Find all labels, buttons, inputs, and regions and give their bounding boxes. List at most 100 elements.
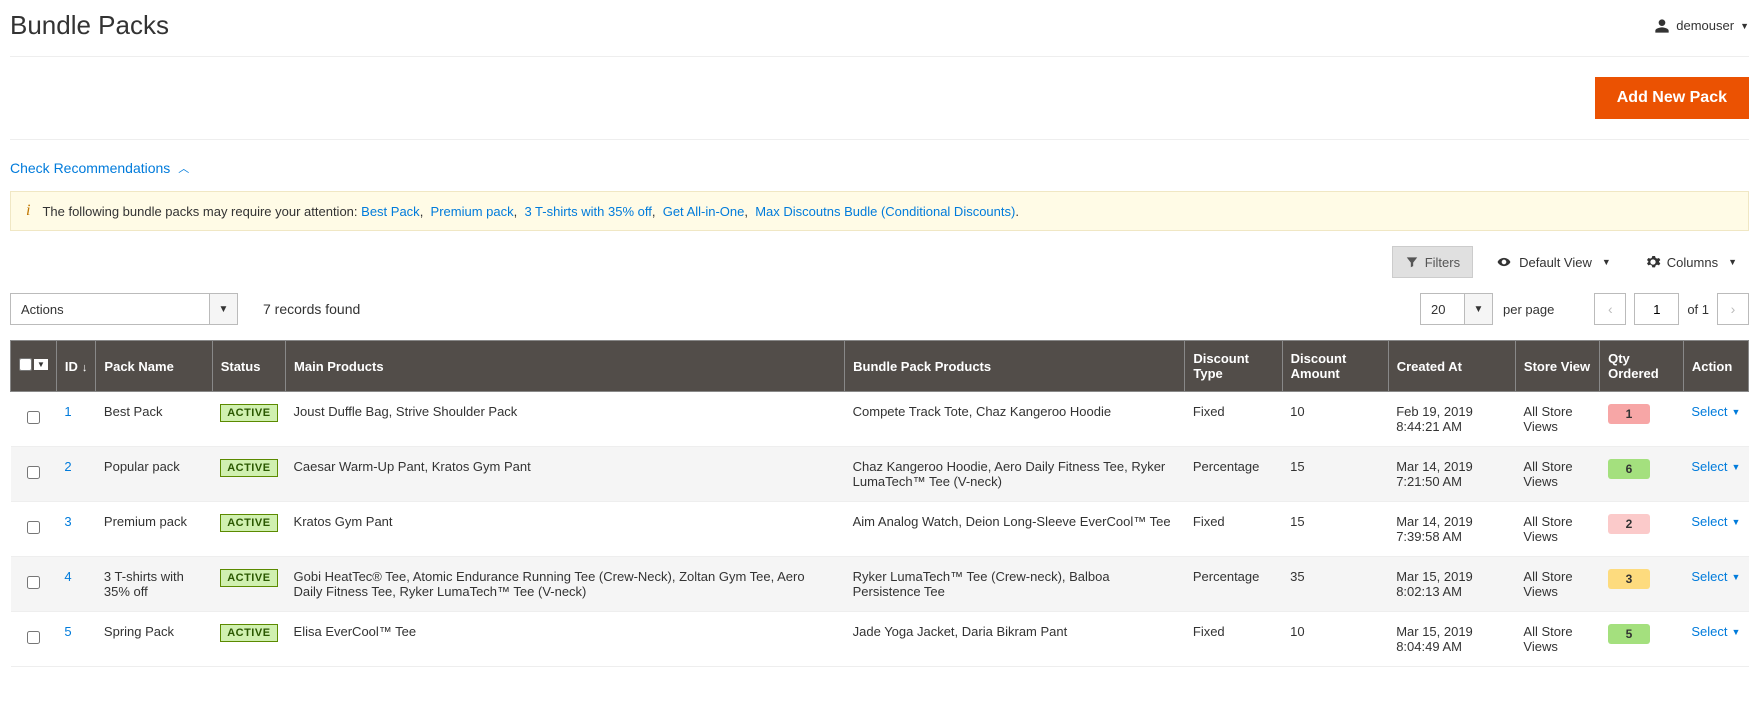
status-badge: ACTIVE bbox=[220, 624, 277, 642]
cell-created-at: Mar 15, 2019 8:04:49 AM bbox=[1388, 612, 1515, 667]
qty-badge: 6 bbox=[1608, 459, 1651, 479]
cell-created-at: Mar 15, 2019 8:02:13 AM bbox=[1388, 557, 1515, 612]
actions-toggle[interactable]: ▼ bbox=[210, 293, 238, 325]
qty-badge: 1 bbox=[1608, 404, 1651, 424]
default-view-label: Default View bbox=[1519, 255, 1592, 270]
row-checkbox[interactable] bbox=[27, 411, 40, 424]
cell-id: 2 bbox=[56, 447, 96, 502]
header-discount-type[interactable]: Discount Type bbox=[1185, 341, 1282, 392]
header-bundle-products[interactable]: Bundle Pack Products bbox=[845, 341, 1185, 392]
cell-pack-name: Spring Pack bbox=[96, 612, 212, 667]
select-all-checkbox[interactable] bbox=[19, 358, 32, 371]
row-checkbox[interactable] bbox=[27, 466, 40, 479]
select-all-toggle[interactable]: ▼ bbox=[34, 359, 48, 370]
select-action[interactable]: Select ▼ bbox=[1691, 569, 1740, 584]
cell-store-view: All Store Views bbox=[1515, 557, 1599, 612]
notice-link-2[interactable]: 3 T-shirts with 35% off bbox=[524, 204, 651, 219]
check-recommendations-label: Check Recommendations bbox=[10, 160, 170, 176]
header-status[interactable]: Status bbox=[212, 341, 285, 392]
gear-icon bbox=[1645, 254, 1661, 270]
row-checkbox[interactable] bbox=[27, 576, 40, 589]
chevron-down-icon: ▼ bbox=[1732, 462, 1741, 472]
data-grid: ▼ ID↓ Pack Name Status Main Products Bun… bbox=[10, 340, 1749, 667]
cell-qty-ordered: 5 bbox=[1600, 612, 1684, 667]
funnel-icon bbox=[1405, 255, 1419, 269]
select-action[interactable]: Select ▼ bbox=[1691, 624, 1740, 639]
qty-badge: 3 bbox=[1608, 569, 1651, 589]
chevron-right-icon: › bbox=[1731, 301, 1736, 317]
default-view-button[interactable]: Default View ▼ bbox=[1483, 246, 1623, 278]
check-recommendations-link[interactable]: Check Recommendations ︿ bbox=[10, 160, 189, 176]
cell-qty-ordered: 6 bbox=[1600, 447, 1684, 502]
cell-main-products: Elisa EverCool™ Tee bbox=[286, 612, 845, 667]
header-checkbox-col[interactable]: ▼ bbox=[11, 341, 57, 392]
table-row[interactable]: 3 Premium pack ACTIVE Kratos Gym Pant Ai… bbox=[11, 502, 1749, 557]
page-size-toggle[interactable]: ▼ bbox=[1465, 293, 1493, 325]
username: demouser bbox=[1676, 18, 1734, 33]
cell-discount-amount: 10 bbox=[1282, 612, 1388, 667]
header-pack-name[interactable]: Pack Name bbox=[96, 341, 212, 392]
page-size-value: 20 bbox=[1420, 293, 1465, 325]
row-checkbox[interactable] bbox=[27, 521, 40, 534]
next-page-button[interactable]: › bbox=[1717, 293, 1749, 325]
status-badge: ACTIVE bbox=[220, 569, 277, 587]
prev-page-button[interactable]: ‹ bbox=[1594, 293, 1626, 325]
add-new-pack-button[interactable]: Add New Pack bbox=[1595, 77, 1749, 119]
row-checkbox[interactable] bbox=[27, 631, 40, 644]
table-row[interactable]: 2 Popular pack ACTIVE Caesar Warm-Up Pan… bbox=[11, 447, 1749, 502]
cell-status: ACTIVE bbox=[212, 502, 285, 557]
cell-discount-amount: 10 bbox=[1282, 392, 1388, 447]
notice-link-4[interactable]: Max Discoutns Budle (Conditional Discoun… bbox=[755, 204, 1015, 219]
cell-discount-type: Fixed bbox=[1185, 392, 1282, 447]
chevron-down-icon: ▼ bbox=[1732, 572, 1741, 582]
table-row[interactable]: 1 Best Pack ACTIVE Joust Duffle Bag, Str… bbox=[11, 392, 1749, 447]
qty-badge: 2 bbox=[1608, 514, 1651, 534]
cell-discount-type: Percentage bbox=[1185, 557, 1282, 612]
cell-discount-amount: 35 bbox=[1282, 557, 1388, 612]
filters-button[interactable]: Filters bbox=[1392, 246, 1473, 278]
cell-pack-name: Popular pack bbox=[96, 447, 212, 502]
cell-created-at: Mar 14, 2019 7:21:50 AM bbox=[1388, 447, 1515, 502]
cell-store-view: All Store Views bbox=[1515, 392, 1599, 447]
header-main-products[interactable]: Main Products bbox=[286, 341, 845, 392]
header-discount-amount[interactable]: Discount Amount bbox=[1282, 341, 1388, 392]
notice-link-0[interactable]: Best Pack bbox=[361, 204, 420, 219]
header-qty-ordered[interactable]: Qty Ordered bbox=[1600, 341, 1684, 392]
page-size-selector[interactable]: 20 ▼ bbox=[1420, 293, 1493, 325]
cell-discount-type: Fixed bbox=[1185, 502, 1282, 557]
page-title: Bundle Packs bbox=[10, 10, 169, 41]
user-icon bbox=[1654, 18, 1670, 34]
notice-link-3[interactable]: Get All-in-One bbox=[663, 204, 745, 219]
table-row[interactable]: 4 3 T-shirts with 35% off ACTIVE Gobi He… bbox=[11, 557, 1749, 612]
actions-label: Actions bbox=[10, 293, 210, 325]
cell-action: Select ▼ bbox=[1683, 612, 1748, 667]
notice-prefix: The following bundle packs may require y… bbox=[42, 204, 357, 219]
actions-dropdown[interactable]: Actions ▼ bbox=[10, 293, 238, 325]
columns-button[interactable]: Columns ▼ bbox=[1633, 246, 1749, 278]
header-action[interactable]: Action bbox=[1683, 341, 1748, 392]
header-store-view[interactable]: Store View bbox=[1515, 341, 1599, 392]
cell-discount-amount: 15 bbox=[1282, 502, 1388, 557]
select-action[interactable]: Select ▼ bbox=[1691, 459, 1740, 474]
header-created-at[interactable]: Created At bbox=[1388, 341, 1515, 392]
cell-store-view: All Store Views bbox=[1515, 612, 1599, 667]
cell-action: Select ▼ bbox=[1683, 392, 1748, 447]
cell-id: 3 bbox=[56, 502, 96, 557]
cell-status: ACTIVE bbox=[212, 557, 285, 612]
user-menu[interactable]: demouser ▼ bbox=[1654, 18, 1749, 34]
cell-bundle-products: Compete Track Tote, Chaz Kangeroo Hoodie bbox=[845, 392, 1185, 447]
cell-created-at: Mar 14, 2019 7:39:58 AM bbox=[1388, 502, 1515, 557]
page-total: of 1 bbox=[1687, 302, 1709, 317]
header-id[interactable]: ID↓ bbox=[56, 341, 96, 392]
cell-id: 1 bbox=[56, 392, 96, 447]
select-action[interactable]: Select ▼ bbox=[1691, 514, 1740, 529]
select-action[interactable]: Select ▼ bbox=[1691, 404, 1740, 419]
chevron-down-icon: ▼ bbox=[1732, 517, 1741, 527]
page-input[interactable] bbox=[1634, 293, 1679, 325]
cell-id: 4 bbox=[56, 557, 96, 612]
notice-link-1[interactable]: Premium pack bbox=[431, 204, 514, 219]
chevron-down-icon: ▼ bbox=[1602, 257, 1611, 267]
notice-bar: i The following bundle packs may require… bbox=[10, 191, 1749, 231]
table-row[interactable]: 5 Spring Pack ACTIVE Elisa EverCool™ Tee… bbox=[11, 612, 1749, 667]
cell-action: Select ▼ bbox=[1683, 447, 1748, 502]
